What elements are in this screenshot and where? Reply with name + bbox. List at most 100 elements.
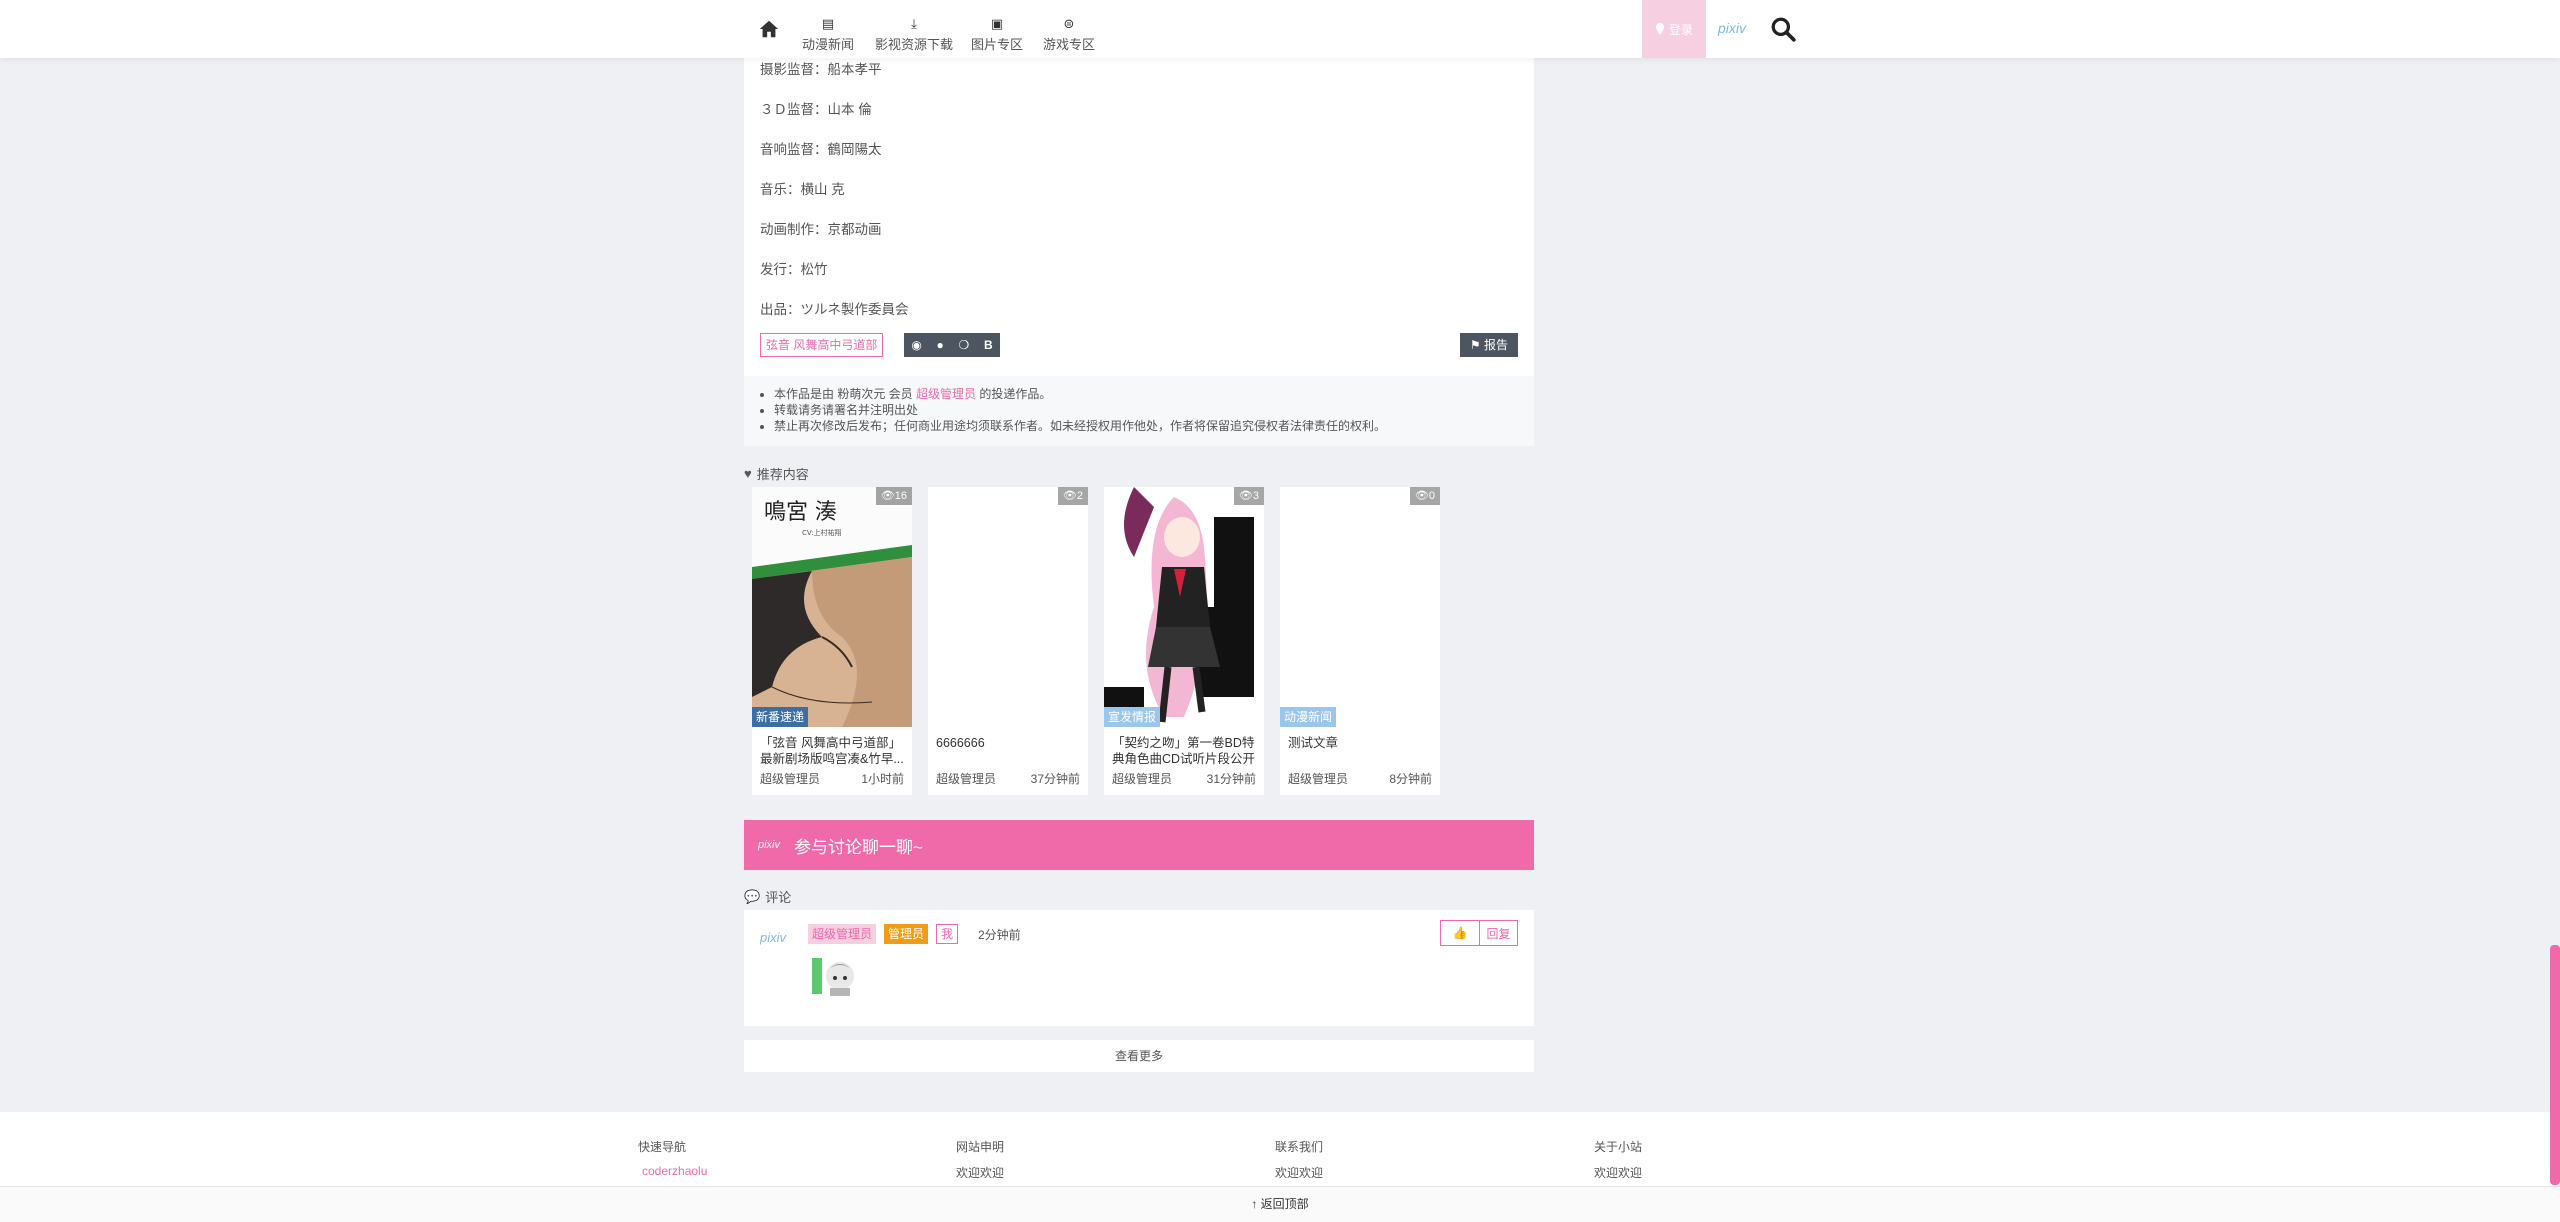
nav-item-images[interactable]: ▣ 图片专区 <box>971 16 1023 53</box>
footer-column-contact: 联系我们 欢迎欢迎 <box>1275 1138 1323 1181</box>
comments-heading: 💬 评论 <box>744 887 791 906</box>
comments-icon: 💬 <box>744 888 761 904</box>
view-count: 👁0 <box>1409 487 1440 505</box>
eye-icon: 👁 <box>1238 490 1253 502</box>
category-badge[interactable]: 宣发情报 <box>1104 707 1161 727</box>
bilibili-icon[interactable]: B <box>984 338 993 352</box>
card-cover <box>928 487 1088 727</box>
notice-text: 本作品是由 粉萌次元 会员 <box>774 387 913 401</box>
footer-heading: 关于小站 <box>1594 1140 1643 1154</box>
view-count: 👁2 <box>1057 487 1088 505</box>
nav-item-games[interactable]: ⊜ 游戏专区 <box>1043 16 1095 53</box>
author-link[interactable]: 超级管理员 <box>916 387 976 401</box>
credit-line: 动画制作：京都动画 <box>760 222 882 237</box>
eye-icon: 👁 <box>880 490 895 502</box>
sticker-image <box>812 958 854 996</box>
back-to-top-button[interactable]: ↑ 返回顶部 <box>0 1186 2560 1222</box>
commenter-name[interactable]: 超级管理员 <box>808 924 877 944</box>
nav-item-video-download[interactable]: ⤓ 影视资源下载 <box>875 16 953 53</box>
footer-link[interactable]: coderzhaolu <box>642 1164 707 1178</box>
credit-line: ３Ｄ监督：山本 倫 <box>760 102 872 117</box>
cover-heading: 鳴宮 湊 <box>764 500 837 525</box>
gamepad-icon: ⊜ <box>1063 16 1075 31</box>
footer-text: 欢迎欢迎 <box>1594 1166 1643 1180</box>
recommend-card[interactable]: 动漫新闻 👁0 测试文章 超级管理员 8分钟前 <box>1280 487 1440 795</box>
notice-line: 禁止再次修改后发布；任何商业用途均须联系作者。如未经授权用作他处，作者将保留追究… <box>774 418 1534 434</box>
like-icon[interactable]: 👍 <box>1441 921 1479 945</box>
scrollbar-thumb[interactable] <box>2550 945 2560 1185</box>
wechat-icon[interactable]: ❍ <box>958 338 969 352</box>
card-time: 37分钟前 <box>1030 772 1080 786</box>
cover-image <box>1104 487 1264 727</box>
banner-title: 参与讨论聊一聊~ <box>794 837 923 857</box>
category-badge[interactable]: 新番速递 <box>752 707 809 727</box>
card-cover: 鳴宮 湊 CV:上村祐翔 👁16 新番速递 <box>752 487 912 727</box>
qq-icon[interactable]: ● <box>937 338 944 352</box>
discussion-banner: pixiv 参与讨论聊一聊~ <box>744 820 1534 870</box>
comment-actions: 👍 回复 <box>1440 920 1518 946</box>
card-author[interactable]: 超级管理员 <box>936 770 996 787</box>
nav-item-label: 图片专区 <box>971 37 1024 52</box>
card-author[interactable]: 超级管理员 <box>1288 770 1348 787</box>
footer-heading: 快速导航 <box>638 1140 687 1154</box>
view-count-value: 16 <box>894 490 907 502</box>
report-label: 报告 <box>1483 338 1508 352</box>
card-time: 31分钟前 <box>1206 772 1256 786</box>
commenter-avatar[interactable]: pixiv <box>760 930 786 945</box>
view-count: 👁3 <box>1233 487 1264 505</box>
cover-sub: CV:上村祐翔 <box>802 528 841 537</box>
card-cover: 👁3 宣发情报 <box>1104 487 1264 727</box>
recommend-heading: ♥ 推荐内容 <box>744 464 809 483</box>
report-button[interactable]: ⚑ 报告 <box>1459 333 1518 357</box>
banner-logo: pixiv <box>758 839 781 851</box>
role-badge: 管理员 <box>884 924 929 944</box>
card-cover: 动漫新闻 <box>1280 487 1440 727</box>
recommend-card[interactable]: 👁3 宣发情报 「契约之吻」第一卷BD特典角色曲CD试听片段公开 超级管理员 3… <box>1104 487 1264 795</box>
login-button[interactable]: 登录 <box>1642 0 1706 58</box>
recommend-card[interactable]: 👁2 6666666 超级管理员 37分钟前 <box>928 487 1088 795</box>
card-title[interactable]: 测试文章 <box>1288 735 1432 751</box>
cover-image: 鳴宮 湊 CV:上村祐翔 <box>752 487 912 727</box>
images-icon: ▣ <box>990 16 1004 31</box>
home-icon[interactable] <box>758 18 780 40</box>
download-icon: ⤓ <box>911 16 917 31</box>
heart-icon: ♥ <box>744 466 752 481</box>
self-badge: 我 <box>936 924 959 944</box>
card-title[interactable]: 「弦音 风舞高中弓道部」最新剧场版鸣宫凑&竹早... <box>760 735 904 767</box>
credit-line: 发行：松竹 <box>760 262 828 277</box>
comment-item: pixiv 超级管理员 管理员 我 2分钟前 👍 回复 <box>744 910 1534 1026</box>
category-badge[interactable]: 动漫新闻 <box>1280 707 1337 727</box>
site-logo[interactable]: pixiv <box>1718 20 1746 36</box>
weibo-icon[interactable]: ◉ <box>911 338 921 352</box>
back-to-top-label: 返回顶部 <box>1260 1197 1309 1211</box>
recommend-card[interactable]: 鳴宮 湊 CV:上村祐翔 👁16 新番速递 「弦音 风舞高中弓道部」最新剧场版鸣… <box>752 487 912 795</box>
card-time: 8分钟前 <box>1389 772 1432 786</box>
nav-item-label: 动漫新闻 <box>802 37 855 52</box>
view-count: 👁16 <box>875 487 912 505</box>
location-icon <box>1655 23 1664 35</box>
card-author[interactable]: 超级管理员 <box>1112 770 1172 787</box>
card-title[interactable]: 6666666 <box>936 735 1080 751</box>
credit-line: 音响监督：鶴岡陽太 <box>760 142 882 157</box>
news-icon: ▤ <box>821 16 835 31</box>
search-icon[interactable] <box>1770 16 1796 42</box>
footer-text: 欢迎欢迎 <box>956 1166 1005 1180</box>
footer-column-statement: 网站申明 欢迎欢迎 <box>956 1138 1004 1181</box>
credit-line: 音乐：横山 克 <box>760 182 845 197</box>
share-buttons: ◉ ● ❍ B <box>904 333 1000 357</box>
nav-item-anime-news[interactable]: ▤ 动漫新闻 <box>802 16 854 53</box>
card-time: 1小时前 <box>861 772 904 786</box>
credit-line: 摄影监督：船本孝平 <box>760 62 882 77</box>
copyright-notice: 本作品是由 粉萌次元 会员 超级管理员 的投递作品。 转载请务请署名并注明出处 … <box>744 376 1534 446</box>
nav-item-label: 影视资源下载 <box>875 37 954 52</box>
nav-item-label: 游戏专区 <box>1043 37 1096 52</box>
footer-heading: 联系我们 <box>1275 1140 1324 1154</box>
credit-line: 出品：ツルネ製作委員会 <box>760 302 909 317</box>
view-count-value: 0 <box>1428 490 1435 502</box>
article-tag[interactable]: 弦音 风舞高中弓道部 <box>760 333 884 357</box>
card-author[interactable]: 超级管理员 <box>760 770 820 787</box>
card-title[interactable]: 「契约之吻」第一卷BD特典角色曲CD试听片段公开 <box>1112 735 1256 767</box>
footer-column-about: 关于小站 欢迎欢迎 <box>1594 1138 1642 1181</box>
load-more-button[interactable]: 查看更多 <box>744 1040 1534 1072</box>
reply-button[interactable]: 回复 <box>1479 921 1517 945</box>
